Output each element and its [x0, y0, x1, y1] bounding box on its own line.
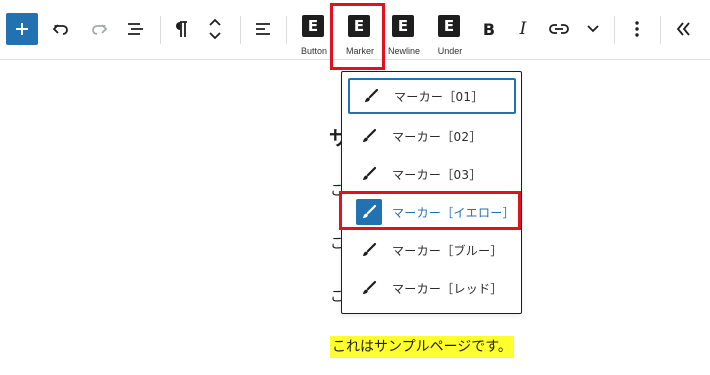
list-view-icon — [128, 23, 143, 35]
e-icon: E — [392, 15, 414, 37]
brush-icon — [356, 275, 382, 301]
menu-item-label: マーカー［03］ — [392, 167, 482, 182]
options-button[interactable] — [624, 15, 650, 43]
block-toolbar: E Button E Marker E Newline E Under B I — [0, 0, 710, 60]
e-icon: E — [348, 15, 370, 37]
menu-item-marker-02[interactable]: マーカー［02］ — [348, 118, 516, 154]
menu-item-marker-01[interactable]: マーカー［01］ — [348, 78, 516, 114]
document-overview-button[interactable] — [122, 15, 150, 43]
chevron-down-icon — [587, 25, 599, 33]
menu-item-marker-03[interactable]: マーカー［03］ — [348, 156, 516, 192]
more-vertical-icon — [635, 21, 639, 37]
move-block-button[interactable] — [202, 13, 228, 45]
under-format-label: Under — [437, 46, 463, 56]
brush-icon — [356, 161, 382, 187]
redo-button[interactable] — [86, 15, 112, 43]
collapse-toolbar-button[interactable] — [670, 15, 698, 43]
e-icon: E — [302, 15, 324, 37]
align-left-icon — [256, 23, 270, 35]
align-button[interactable] — [250, 15, 276, 43]
plus-icon — [16, 23, 28, 35]
link-icon — [549, 24, 569, 34]
menu-item-marker-red[interactable]: マーカー［レッド］ — [348, 270, 516, 306]
paragraph-block-button[interactable] — [168, 15, 194, 43]
chevron-up-down-icon — [209, 18, 221, 40]
menu-item-marker-blue[interactable]: マーカー［ブルー］ — [348, 232, 516, 268]
redo-icon — [92, 24, 108, 35]
menu-item-label: マーカー［イエロー］ — [392, 205, 515, 220]
pilcrow-icon — [176, 21, 187, 37]
under-format-button[interactable]: E Under — [428, 12, 472, 58]
brush-icon — [356, 237, 382, 263]
menu-item-marker-yellow[interactable]: マーカー［イエロー］ — [348, 194, 516, 230]
marker-dropdown-menu: マーカー［01］ マーカー［02］ マーカー［03］ マーカー［イエロー］ マー… — [341, 71, 522, 314]
add-block-button[interactable] — [6, 13, 38, 45]
marked-paragraph[interactable]: これはサンプルページです。 — [330, 336, 514, 358]
more-formats-button[interactable] — [580, 15, 606, 43]
link-button[interactable] — [544, 15, 574, 43]
undo-button[interactable] — [48, 15, 74, 43]
brush-icon — [356, 199, 382, 225]
e-icon: E — [438, 15, 460, 37]
brush-icon — [358, 83, 384, 109]
menu-item-label: マーカー［レッド］ — [392, 281, 503, 296]
menu-item-label: マーカー［02］ — [392, 129, 482, 144]
menu-item-label: マーカー［01］ — [394, 89, 484, 104]
bold-button[interactable]: B — [476, 15, 502, 43]
double-chevron-left-icon — [676, 22, 690, 36]
undo-icon — [52, 24, 68, 35]
menu-item-label: マーカー［ブルー］ — [392, 243, 503, 258]
italic-button[interactable]: I — [510, 15, 536, 43]
brush-icon — [356, 123, 382, 149]
